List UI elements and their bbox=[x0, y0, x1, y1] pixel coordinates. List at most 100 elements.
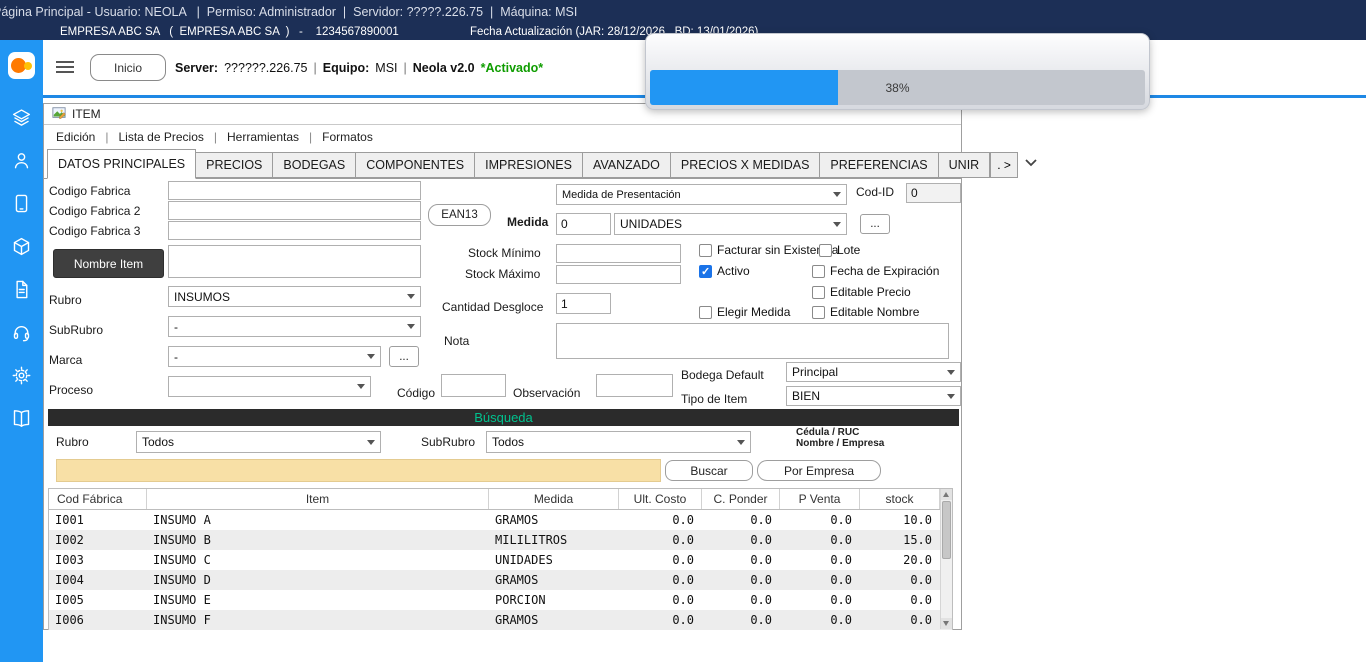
codigo-fabrica-input[interactable] bbox=[168, 181, 421, 200]
layers-icon[interactable] bbox=[11, 107, 32, 133]
scroll-down-icon[interactable] bbox=[941, 618, 952, 629]
medida-qty-input[interactable] bbox=[556, 213, 611, 235]
search-input[interactable] bbox=[56, 459, 661, 482]
tipo-de-item-label: Tipo de Item bbox=[681, 392, 747, 406]
codigo-fabrica-2-label: Codigo Fabrica 2 bbox=[49, 204, 140, 218]
stock-maximo-label: Stock Máximo bbox=[465, 267, 540, 281]
proceso-select[interactable] bbox=[168, 376, 371, 397]
menu-item[interactable]: Edición bbox=[56, 130, 95, 144]
col-ult-costo[interactable]: Ult. Costo bbox=[619, 489, 702, 509]
book-icon[interactable] bbox=[11, 408, 32, 434]
por-empresa-button[interactable]: Por Empresa bbox=[757, 460, 881, 481]
checkbox-editable-nombre[interactable]: Editable Nombre bbox=[812, 305, 919, 319]
tab[interactable]: PRECIOS bbox=[195, 152, 273, 178]
menu-item[interactable]: Lista de Precios bbox=[95, 130, 204, 144]
checkbox-editable-precio[interactable]: Editable Precio bbox=[812, 285, 911, 299]
medida-presentacion-select[interactable]: Medida de Presentación bbox=[556, 184, 847, 205]
search-subrubro-select[interactable]: Todos bbox=[486, 431, 751, 453]
inicio-button[interactable]: Inicio bbox=[90, 54, 166, 81]
table-row[interactable]: I003 INSUMO C UNIDADES 0.0 0.0 0.0 20.0 bbox=[49, 550, 952, 570]
medida-unidad-select[interactable]: UNIDADES bbox=[614, 213, 847, 235]
checkbox-box[interactable] bbox=[812, 306, 825, 319]
tab[interactable]: COMPONENTES bbox=[355, 152, 475, 178]
codigo-fabrica-2-input[interactable] bbox=[168, 201, 421, 220]
item-window-icon bbox=[52, 106, 66, 123]
codigo-input[interactable] bbox=[441, 374, 506, 397]
menu-item[interactable]: Herramientas bbox=[204, 130, 299, 144]
tipo-de-item-select[interactable]: BIEN bbox=[786, 386, 961, 406]
tablet-icon[interactable] bbox=[11, 193, 32, 219]
col-medida[interactable]: Medida bbox=[489, 489, 619, 509]
nombre-item-input[interactable] bbox=[168, 245, 421, 278]
table-row[interactable]: I002 INSUMO B MILILITROS 0.0 0.0 0.0 15.… bbox=[49, 530, 952, 550]
headset-icon[interactable] bbox=[11, 322, 32, 348]
tab[interactable]: IMPRESIONES bbox=[474, 152, 583, 178]
cell-p-venta: 0.0 bbox=[780, 573, 860, 587]
col-stock[interactable]: stock bbox=[860, 489, 940, 509]
checkbox-box[interactable] bbox=[812, 265, 825, 278]
cantidad-desgloce-input[interactable] bbox=[556, 293, 611, 314]
checkbox-elegir-medida[interactable]: Elegir Medida bbox=[699, 305, 790, 319]
package-icon[interactable] bbox=[11, 236, 32, 262]
menu-item[interactable]: Formatos bbox=[299, 130, 373, 144]
buscar-button[interactable]: Buscar bbox=[665, 460, 753, 481]
bodega-default-select[interactable]: Principal bbox=[786, 362, 961, 382]
tab[interactable]: PREFERENCIAS bbox=[819, 152, 938, 178]
chevron-down-icon[interactable] bbox=[1024, 154, 1038, 172]
checkbox-activo[interactable]: Activo bbox=[699, 264, 750, 278]
app-logo bbox=[8, 52, 35, 79]
medida-more-button[interactable]: ... bbox=[860, 214, 890, 234]
tab[interactable]: PRECIOS X MEDIDAS bbox=[670, 152, 821, 178]
tab-overflow[interactable]: . > bbox=[990, 152, 1018, 178]
cell-p-venta: 0.0 bbox=[780, 533, 860, 547]
medida-label: Medida bbox=[507, 215, 548, 229]
marca-label: Marca bbox=[49, 353, 82, 367]
col-cod-fabrica[interactable]: Cod Fábrica bbox=[49, 489, 147, 509]
checkbox-facturar-sin-existencia[interactable]: Facturar sin Existencia bbox=[699, 243, 838, 257]
codigo-fabrica-3-input[interactable] bbox=[168, 221, 421, 240]
hamburger-menu-icon[interactable] bbox=[56, 61, 76, 75]
cell-item: INSUMO D bbox=[147, 573, 489, 587]
table-row[interactable]: I006 INSUMO F GRAMOS 0.0 0.0 0.0 0.0 bbox=[49, 610, 952, 630]
scrollbar-thumb[interactable] bbox=[942, 501, 951, 559]
tab[interactable]: DATOS PRINCIPALES bbox=[47, 149, 196, 179]
company-info: EMPRESA ABC SA ( EMPRESA ABC SA ) - 1234… bbox=[60, 25, 399, 40]
chevron-down-icon bbox=[407, 294, 415, 299]
observacion-input[interactable] bbox=[596, 374, 673, 397]
checkbox-box[interactable] bbox=[812, 286, 825, 299]
ean13-button[interactable]: EAN13 bbox=[428, 204, 491, 226]
search-rubro-select[interactable]: Todos bbox=[136, 431, 381, 453]
cod-id-input[interactable] bbox=[906, 183, 961, 203]
checkbox-lote[interactable]: Lote bbox=[819, 243, 860, 257]
tab[interactable]: AVANZADO bbox=[582, 152, 671, 178]
table-scrollbar[interactable] bbox=[940, 489, 952, 629]
table-row[interactable]: I005 INSUMO E PORCION 0.0 0.0 0.0 0.0 bbox=[49, 590, 952, 610]
nota-input[interactable] bbox=[556, 323, 949, 359]
scroll-up-icon[interactable] bbox=[941, 489, 952, 500]
gear-icon[interactable] bbox=[11, 365, 32, 391]
stock-minimo-input[interactable] bbox=[556, 244, 681, 263]
table-row[interactable]: I001 INSUMO A GRAMOS 0.0 0.0 0.0 10.0 bbox=[49, 510, 952, 530]
marca-more-button[interactable]: ... bbox=[389, 346, 419, 367]
checkbox-box[interactable] bbox=[699, 265, 712, 278]
stock-maximo-input[interactable] bbox=[556, 265, 681, 284]
col-c-ponder[interactable]: C. Ponder bbox=[702, 489, 780, 509]
checkbox-box[interactable] bbox=[819, 244, 832, 257]
nombre-item-button[interactable]: Nombre Item bbox=[53, 249, 164, 278]
user-icon[interactable] bbox=[11, 150, 32, 176]
marca-select[interactable]: - bbox=[168, 346, 381, 367]
invoice-icon[interactable] bbox=[11, 279, 32, 305]
checkbox-box[interactable] bbox=[699, 306, 712, 319]
rubro-label: Rubro bbox=[49, 293, 82, 307]
table-row[interactable]: I004 INSUMO D GRAMOS 0.0 0.0 0.0 0.0 bbox=[49, 570, 952, 590]
rubro-select[interactable]: INSUMOS bbox=[168, 286, 421, 307]
col-item[interactable]: Item bbox=[147, 489, 489, 509]
server-status: Server: ??????.226.75 | Equipo: MSI | Ne… bbox=[175, 61, 543, 75]
table-body: I001 INSUMO A GRAMOS 0.0 0.0 0.0 10.0 I0… bbox=[49, 510, 952, 630]
tab[interactable]: UNIR bbox=[938, 152, 991, 178]
col-p-venta[interactable]: P Venta bbox=[780, 489, 860, 509]
subrubro-select[interactable]: - bbox=[168, 316, 421, 337]
tab[interactable]: BODEGAS bbox=[272, 152, 356, 178]
checkbox-box[interactable] bbox=[699, 244, 712, 257]
checkbox-fecha-de-expiracion[interactable]: Fecha de Expiración bbox=[812, 264, 939, 278]
